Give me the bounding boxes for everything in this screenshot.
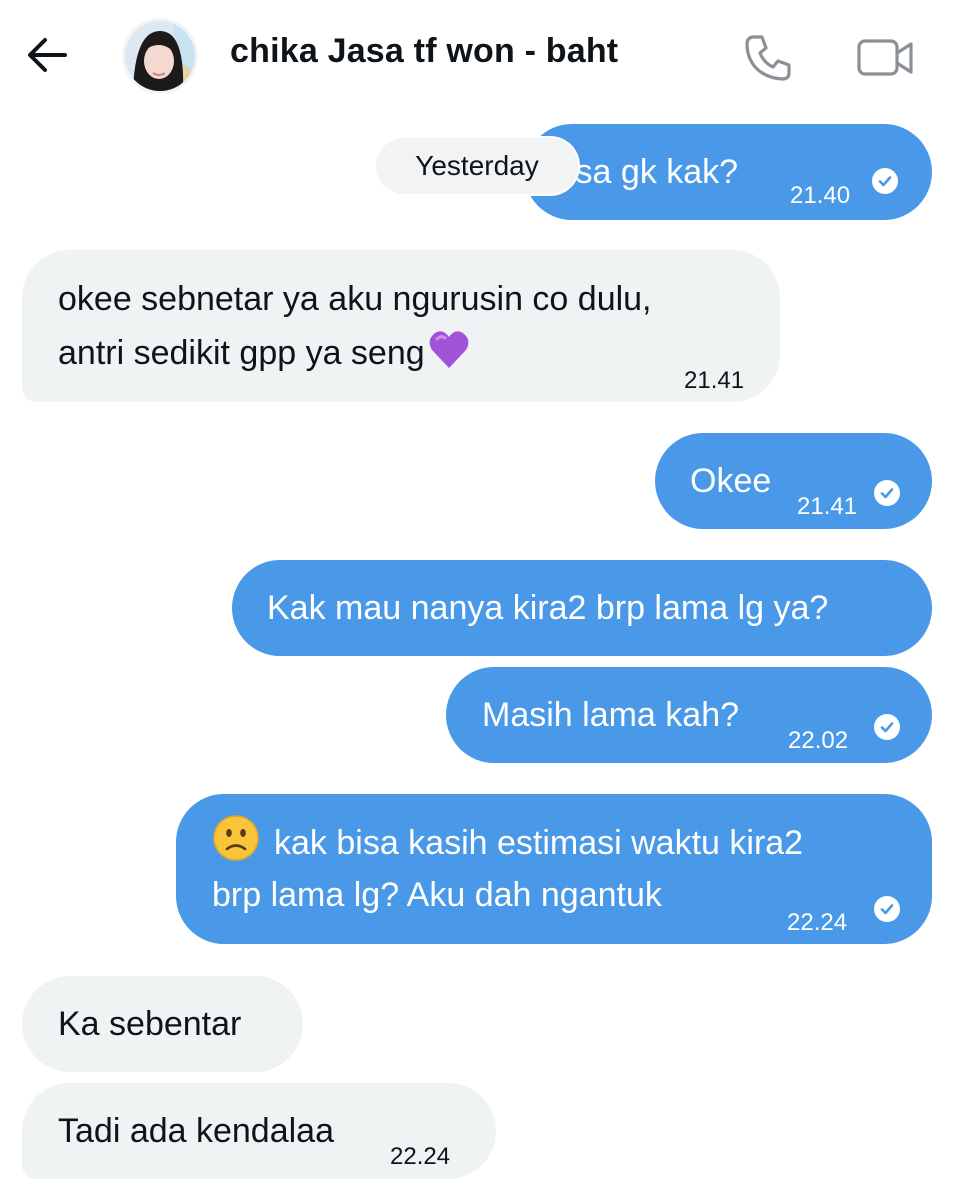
conversation-title[interactable]: chika Jasa tf won - baht bbox=[230, 32, 618, 71]
slightly-frowning-face-emoji bbox=[213, 815, 259, 861]
seen-check-icon bbox=[874, 896, 900, 922]
date-separator: Yesterday bbox=[376, 138, 578, 194]
message-text: Tadi ada kendalaa bbox=[58, 1112, 335, 1150]
message-text-line: brp lama lg? Aku dah ngantuk bbox=[212, 876, 662, 914]
message-bubble-incoming[interactable]: okee sebnetar ya aku ngurusin co dulu, a… bbox=[22, 250, 780, 402]
seen-check-icon bbox=[874, 480, 900, 506]
phone-icon bbox=[745, 35, 791, 81]
voice-call-button[interactable] bbox=[742, 32, 794, 84]
message-time: 22.24 bbox=[787, 909, 848, 936]
message-text: Okee bbox=[690, 462, 772, 500]
video-call-button[interactable] bbox=[856, 32, 916, 84]
message-bubble-outgoing[interactable]: Kak mau nanya kira2 brp lama lg ya? bbox=[232, 560, 932, 656]
avatar-image bbox=[125, 21, 195, 91]
message-bubble-outgoing[interactable]: isa gk kak? 21.40 bbox=[524, 124, 932, 220]
message-time: 21.41 bbox=[797, 493, 858, 520]
back-button[interactable] bbox=[22, 30, 72, 80]
message-text: Kak mau nanya kira2 brp lama lg ya? bbox=[267, 589, 829, 627]
message-bubble-incoming[interactable]: Tadi ada kendalaa 22.24 bbox=[22, 1083, 496, 1179]
message-text-row: antri sedikit gpp ya seng bbox=[58, 326, 471, 380]
arrow-left-icon bbox=[28, 38, 67, 72]
message-bubble-outgoing[interactable]: kak bisa kasih estimasi waktu kira2 brp … bbox=[176, 794, 932, 944]
video-camera-icon bbox=[857, 39, 913, 76]
message-time: 22.24 bbox=[390, 1143, 451, 1170]
message-text: isa gk kak? bbox=[568, 153, 739, 191]
avatar[interactable] bbox=[122, 18, 198, 94]
message-time: 22.02 bbox=[788, 727, 849, 754]
message-text-line: antri sedikit gpp ya seng bbox=[58, 334, 425, 372]
chat-header: chika Jasa tf won - baht bbox=[0, 0, 954, 112]
message-text-line: kak bisa kasih estimasi waktu kira2 bbox=[274, 824, 804, 862]
message-bubble-outgoing[interactable]: Okee 21.41 bbox=[655, 433, 932, 529]
seen-check-icon bbox=[874, 714, 900, 740]
message-bubble-outgoing[interactable]: Masih lama kah? 22.02 bbox=[446, 667, 932, 763]
message-text: Masih lama kah? bbox=[482, 696, 740, 734]
purple-heart-emoji bbox=[429, 331, 469, 368]
seen-check-icon bbox=[872, 168, 898, 194]
message-bubble-incoming[interactable]: Ka sebentar bbox=[22, 976, 303, 1072]
message-text: Ka sebentar bbox=[58, 1005, 242, 1043]
message-time: 21.41 bbox=[684, 367, 745, 394]
message-time: 21.40 bbox=[790, 182, 851, 209]
message-text-line: okee sebnetar ya aku ngurusin co dulu, bbox=[58, 280, 652, 318]
message-text-row: kak bisa kasih estimasi waktu kira2 bbox=[212, 814, 803, 870]
